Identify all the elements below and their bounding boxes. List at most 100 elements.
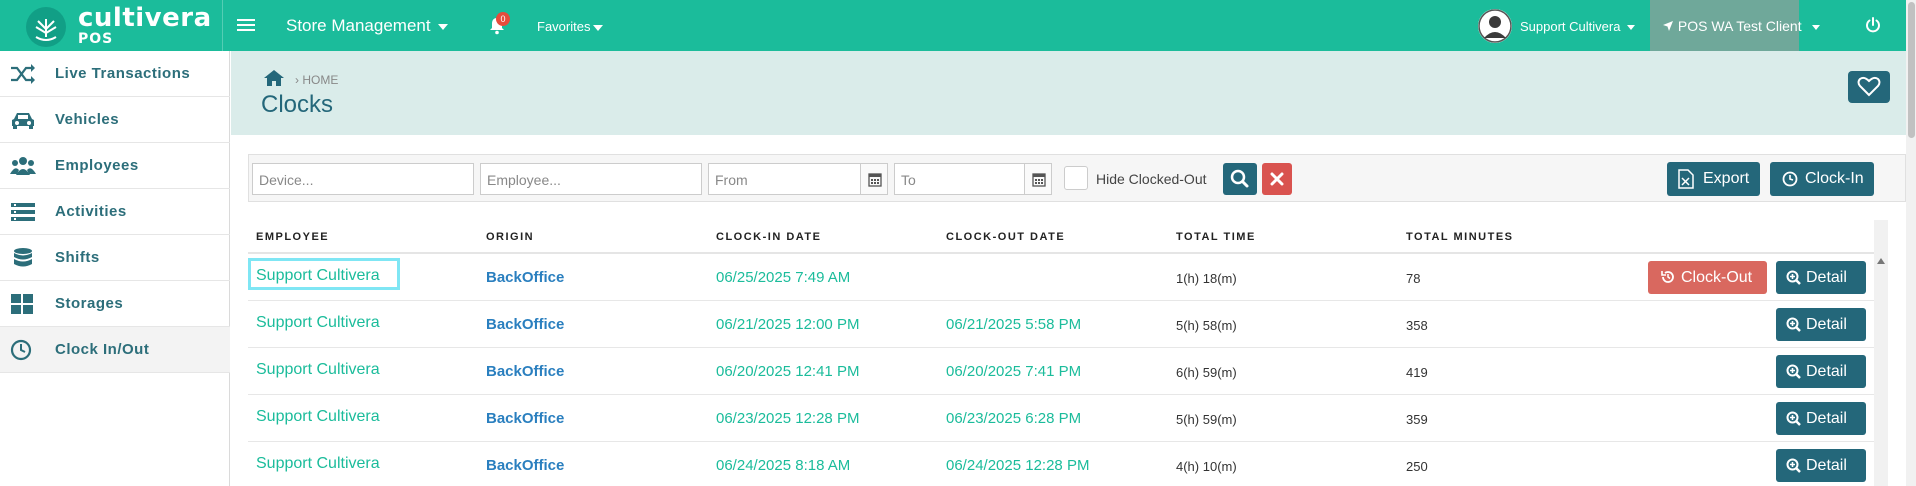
total-time: 1(h) 18(m) <box>1176 271 1237 286</box>
detail-button[interactable]: Detail <box>1776 355 1866 388</box>
search-button[interactable] <box>1223 163 1257 195</box>
zoom-in-icon <box>1786 317 1801 332</box>
sidebar-item-label: Storages <box>55 295 124 312</box>
caret-down-icon <box>438 23 449 30</box>
store-management-menu[interactable]: Store Management <box>286 16 449 36</box>
page-scrollbar-thumb[interactable] <box>1908 2 1915 138</box>
logo-text: cultivera <box>78 3 212 33</box>
total-minutes: 419 <box>1406 365 1428 380</box>
column-header-clock-out-date[interactable]: CLOCK-OUT DATE <box>946 231 1065 243</box>
clock-in-date: 06/24/2025 8:18 AM <box>716 457 851 474</box>
detail-label: Detail <box>1806 363 1847 380</box>
caret-down-icon <box>1811 24 1820 30</box>
zoom-in-icon <box>1786 411 1801 426</box>
detail-button[interactable]: Detail <box>1776 308 1866 341</box>
origin-link[interactable]: BackOffice <box>486 316 564 333</box>
table-row: Support Cultivera BackOffice 06/23/2025 … <box>248 395 1874 442</box>
from-date-input[interactable]: From <box>708 163 861 195</box>
total-time: 4(h) 10(m) <box>1176 459 1237 474</box>
employee-link[interactable]: Support Cultivera <box>256 361 380 379</box>
from-calendar-button[interactable] <box>860 163 888 195</box>
home-icon[interactable] <box>263 69 285 87</box>
clear-filters-button[interactable] <box>1262 163 1292 195</box>
hamburger-menu-icon[interactable] <box>237 16 255 36</box>
clock-out-date: 06/21/2025 5:58 PM <box>946 316 1082 333</box>
sidebar-item-storages[interactable]: Storages <box>0 281 230 327</box>
table-header: EMPLOYEE ORIGIN CLOCK-IN DATE CLOCK-OUT … <box>248 220 1874 254</box>
sidebar-item-activities[interactable]: Activities <box>0 189 230 235</box>
breadcrumb: › HOME <box>295 73 339 87</box>
sidebar-item-label: Clock In/Out <box>55 341 150 358</box>
table-row: Support Cultivera BackOffice 06/24/2025 … <box>248 442 1874 486</box>
client-selector[interactable]: POS WA Test Client <box>1650 0 1820 51</box>
sidebar-item-label: Shifts <box>55 249 100 266</box>
column-header-origin[interactable]: ORIGIN <box>486 231 534 243</box>
detail-button[interactable]: Detail <box>1776 402 1866 435</box>
to-date-input[interactable]: To <box>894 163 1025 195</box>
employee-link[interactable]: Support Cultivera <box>256 267 380 285</box>
sidebar-item-clock-in-out[interactable]: Clock In/Out <box>0 327 230 373</box>
detail-button[interactable]: Detail <box>1776 261 1866 294</box>
client-name: POS WA Test Client <box>1662 18 1820 34</box>
close-icon <box>1270 172 1284 186</box>
employee-input[interactable]: Employee... <box>480 163 702 195</box>
clock-in-button[interactable]: Clock-In <box>1770 162 1874 196</box>
page-title: Clocks <box>261 91 334 118</box>
scroll-up-arrow-icon[interactable] <box>1877 258 1885 264</box>
detail-button[interactable]: Detail <box>1776 449 1866 482</box>
car-icon <box>10 109 36 131</box>
to-calendar-button[interactable] <box>1024 163 1052 195</box>
history-icon <box>1661 271 1674 283</box>
origin-link[interactable]: BackOffice <box>486 363 564 380</box>
detail-label: Detail <box>1806 410 1847 427</box>
calendar-icon <box>1032 173 1046 187</box>
zoom-in-icon <box>1786 458 1801 473</box>
sidebar-item-vehicles[interactable]: Vehicles <box>0 97 230 143</box>
top-navbar: cultivera POS Store Management 0 Favorit… <box>0 0 1916 51</box>
column-header-clock-in-date[interactable]: CLOCK-IN DATE <box>716 231 821 243</box>
cultivera-logo[interactable]: cultivera POS <box>18 3 228 48</box>
employee-link[interactable]: Support Cultivera <box>256 408 380 426</box>
power-icon[interactable] <box>1864 16 1882 34</box>
clock-out-button[interactable]: Clock-Out <box>1648 261 1767 294</box>
origin-link[interactable]: BackOffice <box>486 410 564 427</box>
caret-down-icon <box>1627 25 1636 31</box>
table-row: Support Cultivera BackOffice 06/25/2025 … <box>248 254 1874 301</box>
sidebar-item-live-transactions[interactable]: Live Transactions <box>0 51 230 97</box>
device-input[interactable]: Device... <box>252 163 474 195</box>
breadcrumb-home[interactable]: HOME <box>302 73 338 87</box>
favorites-menu[interactable]: Favorites <box>537 19 604 34</box>
filter-bar: Device... Employee... From To Hide Clock… <box>248 154 1906 202</box>
sidebar-item-label: Activities <box>55 203 127 220</box>
sidebar-item-shifts[interactable]: Shifts <box>0 235 230 281</box>
page-header: › HOME Clocks <box>231 51 1906 135</box>
detail-label: Detail <box>1806 316 1847 333</box>
hide-clocked-out-checkbox[interactable] <box>1064 166 1088 190</box>
column-header-total-time[interactable]: TOTAL TIME <box>1176 231 1256 243</box>
zoom-in-icon <box>1786 364 1801 379</box>
clock-in-date: 06/25/2025 7:49 AM <box>716 269 851 286</box>
logo-mark-icon <box>26 7 66 47</box>
employee-link[interactable]: Support Cultivera <box>256 314 380 332</box>
origin-link[interactable]: BackOffice <box>486 269 564 286</box>
divider <box>222 0 223 51</box>
sidebar-item-label: Live Transactions <box>55 65 191 82</box>
database-icon <box>10 247 36 269</box>
clock-out-date: 06/23/2025 6:28 PM <box>946 410 1082 427</box>
employee-link[interactable]: Support Cultivera <box>256 455 380 473</box>
clock-in-date: 06/20/2025 12:41 PM <box>716 363 860 380</box>
export-button[interactable]: Export <box>1667 162 1760 196</box>
sidebar-item-employees[interactable]: Employees <box>0 143 230 189</box>
total-time: 5(h) 59(m) <box>1176 412 1237 427</box>
favorites-label: Favorites <box>537 19 591 34</box>
heart-icon <box>1857 76 1881 97</box>
total-minutes: 78 <box>1406 271 1421 286</box>
table-row: Support Cultivera BackOffice 06/20/2025 … <box>248 348 1874 395</box>
users-icon <box>10 155 36 177</box>
column-header-employee[interactable]: EMPLOYEE <box>256 231 329 243</box>
origin-link[interactable]: BackOffice <box>486 457 564 474</box>
total-minutes: 358 <box>1406 318 1428 333</box>
column-header-total-minutes[interactable]: TOTAL MINUTES <box>1406 231 1514 243</box>
favorite-button[interactable] <box>1848 71 1890 103</box>
notification-badge: 0 <box>496 12 510 26</box>
